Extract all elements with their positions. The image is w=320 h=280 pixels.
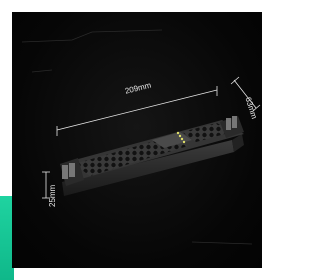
product-photo: 209mm 63mm 25mm — [12, 12, 262, 268]
product-illustration — [21, 29, 261, 245]
height-dimension-label: 25mm — [48, 184, 57, 207]
page-frame: 209mm 63mm 25mm — [0, 0, 274, 280]
power-supply-body — [60, 116, 244, 196]
